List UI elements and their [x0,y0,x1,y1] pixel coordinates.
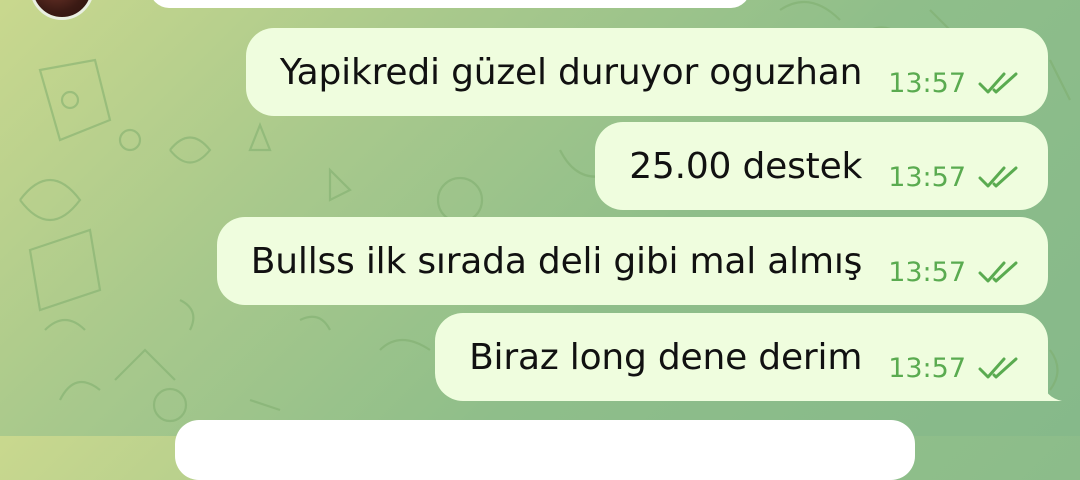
message-meta: 13:57 [888,68,1020,99]
message-meta: 13:57 [888,162,1020,193]
bubble-tail [1042,379,1062,401]
message-meta: 13:57 [888,257,1020,288]
message-text: Bullss ilk sırada deli gibi mal almış [250,240,863,282]
double-check-icon [978,72,1018,94]
double-check-icon [978,261,1018,283]
outgoing-message-bubble[interactable]: 25.00 destek 13:57 [595,122,1048,210]
message-time: 13:57 [888,352,966,384]
message-text: 25.00 destek [629,145,863,187]
message-time: 13:57 [888,256,966,288]
outgoing-message-bubble[interactable]: Biraz long dene derim 13:57 [435,313,1062,401]
message-meta: 13:57 [888,353,1020,384]
message-time: 13:57 [888,161,966,193]
outgoing-message-bubble[interactable]: Yapikredi güzel duruyor oguzhan 13:57 [245,28,1048,116]
avatar[interactable] [30,0,94,20]
outgoing-message-bubble[interactable]: Bullss ilk sırada deli gibi mal almış 13… [216,217,1048,305]
message-text: Yapikredi güzel duruyor oguzhan [279,51,863,93]
double-check-icon [978,166,1018,188]
message-text: Biraz long dene derim [469,336,863,378]
message-time: 13:57 [888,67,966,99]
incoming-message-bubble[interactable] [150,0,750,8]
incoming-message-bubble[interactable] [175,420,915,480]
double-check-icon [978,357,1018,379]
